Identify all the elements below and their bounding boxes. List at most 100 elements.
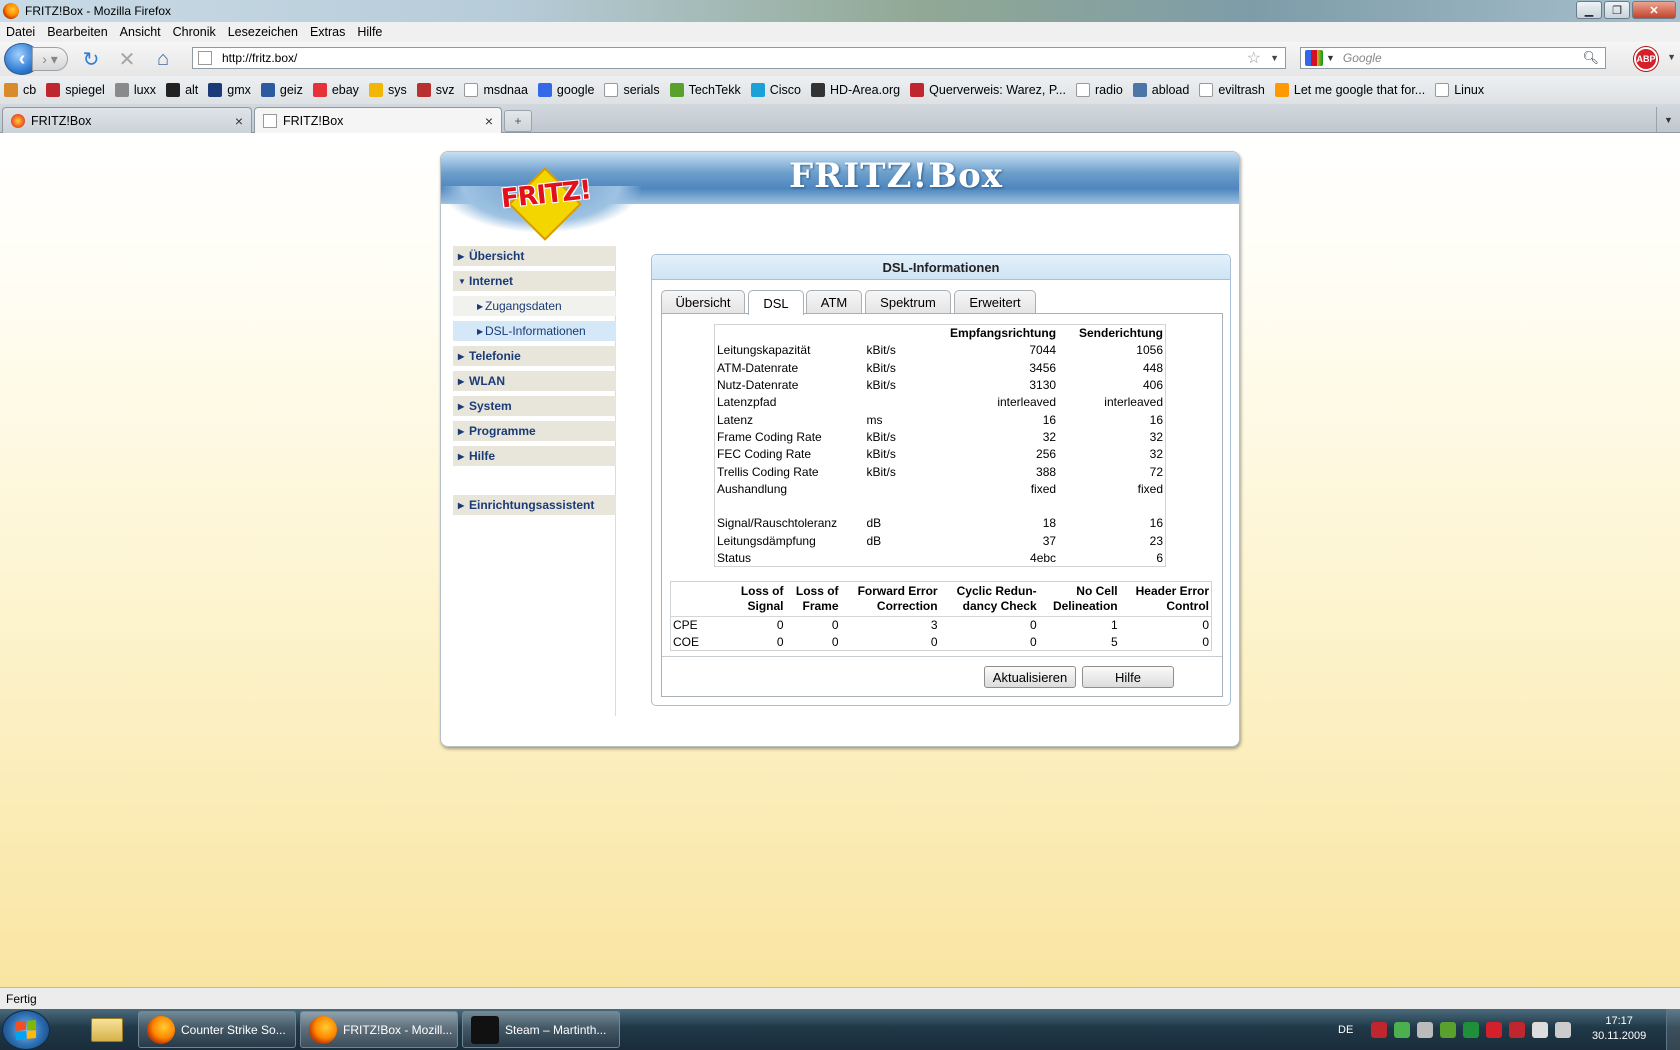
taskbar-item-label: Counter Strike So... (181, 1022, 286, 1037)
url-dropdown-icon[interactable]: ▼ (1270, 53, 1279, 63)
new-tab-button[interactable]: + (504, 110, 532, 132)
bookmark-item[interactable]: serials (604, 83, 660, 97)
navigation-toolbar: ‹ › ▾ ↻ ✕ ⌂ http://fritz.box/ ☆ ▼ ▼ Goog… (0, 42, 1680, 76)
tray-ati-icon[interactable] (1509, 1021, 1526, 1038)
google-icon[interactable] (1305, 50, 1323, 66)
search-placeholder[interactable]: Google (1343, 51, 1382, 65)
toolbar-overflow-icon[interactable]: ▼ (1667, 52, 1676, 62)
bookmark-item[interactable]: gmx (208, 83, 251, 97)
url-bar[interactable]: http://fritz.box/ ☆ ▼ (192, 47, 1286, 69)
arrow-right-icon: ▶ (458, 376, 465, 386)
forward-button[interactable]: › ▾ (32, 47, 68, 71)
menu-extras[interactable]: Extras (310, 25, 345, 39)
language-indicator[interactable]: DE (1338, 1024, 1353, 1036)
stop-icon[interactable]: ✕ (114, 46, 140, 72)
error-count-cell: 0 (1202, 634, 1209, 649)
bookmark-item[interactable]: Cisco (750, 83, 801, 97)
sidebar-item-hilfe[interactable]: ▶ Hilfe (453, 446, 616, 466)
bookmark-item[interactable]: eviltrash (1199, 83, 1265, 97)
tab-dsl[interactable]: DSL (748, 290, 804, 315)
clock[interactable]: 17:17 30.11.2009 (1592, 1014, 1646, 1044)
reload-icon[interactable]: ↻ (78, 46, 104, 72)
bookmark-item[interactable]: abload (1132, 83, 1189, 97)
bookmark-favicon-icon (368, 83, 383, 97)
tab-fritzbox-1[interactable]: FRITZ!Box × (2, 107, 252, 133)
row-label (715, 497, 865, 514)
sidebar-item-zugangsdaten[interactable]: ▶ Zugangsdaten (453, 296, 616, 316)
sidebar-item-system[interactable]: ▶ System (453, 396, 616, 416)
bookmark-item[interactable]: luxx (114, 83, 156, 97)
bookmark-item[interactable]: HD-Area.org (810, 83, 900, 97)
sidebar-item-internet[interactable]: ▼ Internet (453, 271, 616, 291)
close-tab-icon[interactable]: × (235, 113, 243, 129)
bookmark-item[interactable]: Querverweis: Warez, P... (910, 83, 1066, 97)
menu-lesezeichen[interactable]: Lesezeichen (228, 25, 298, 39)
taskbar-item-fritzbox[interactable]: FRITZ!Box - Mozill... (300, 1011, 458, 1048)
bookmark-favicon-icon (669, 83, 684, 97)
row-label: FEC Coding Rate (717, 447, 812, 462)
bookmark-item[interactable]: sys (368, 83, 407, 97)
search-bar[interactable]: ▼ Google 🔍︎ (1300, 47, 1606, 69)
menu-chronik[interactable]: Chronik (173, 25, 216, 39)
menu-bearbeiten[interactable]: Bearbeiten (47, 25, 107, 39)
tray-volume-icon[interactable] (1417, 1021, 1434, 1038)
tab-fritzbox-2[interactable]: FRITZ!Box × (254, 107, 502, 134)
show-desktop-button[interactable] (1666, 1009, 1680, 1050)
sidebar-item-wlan[interactable]: ▶ WLAN (453, 371, 616, 391)
tab-spektrum[interactable]: Spektrum (865, 290, 951, 314)
sidebar-item-dsl-informationen[interactable]: ▶ DSL-Informationen (453, 321, 616, 341)
maximize-button[interactable]: ❐ (1604, 1, 1630, 19)
bookmark-favicon-icon (1076, 83, 1090, 97)
tray-app-icon[interactable] (1371, 1021, 1388, 1038)
bookmark-item[interactable]: Let me google that for... (1274, 83, 1425, 97)
tab-erweitert[interactable]: Erweitert (954, 290, 1036, 314)
header-line: Header Error (1135, 584, 1209, 598)
sidebar-item-programme[interactable]: ▶ Programme (453, 421, 616, 441)
bookmark-item[interactable]: Linux (1435, 83, 1484, 97)
row-sende-value: 23 (1149, 533, 1163, 548)
bookmark-item[interactable]: radio (1076, 83, 1123, 97)
bookmark-item[interactable]: ebay (312, 83, 359, 97)
hilfe-button[interactable]: Hilfe (1082, 666, 1174, 688)
tray-app-icon[interactable] (1463, 1021, 1480, 1038)
bookmark-star-icon[interactable]: ☆ (1247, 48, 1261, 68)
close-tab-icon[interactable]: × (485, 113, 493, 129)
tab-atm[interactable]: ATM (806, 290, 862, 314)
menu-datei[interactable]: Datei (6, 25, 35, 39)
bookmark-item[interactable]: msdnaa (464, 83, 528, 97)
bookmark-item[interactable]: svz (416, 83, 454, 97)
search-icon[interactable]: 🔍︎ (1582, 50, 1599, 66)
url-text[interactable]: http://fritz.box/ (222, 51, 297, 65)
bookmark-item[interactable]: google (537, 83, 594, 97)
home-icon[interactable]: ⌂ (150, 46, 176, 72)
tab-ubersicht[interactable]: Übersicht (661, 290, 745, 314)
bookmark-item[interactable]: TechTekk (669, 83, 741, 97)
sidebar-item-telefonie[interactable]: ▶ Telefonie (453, 346, 616, 366)
taskbar-item-counter-strike[interactable]: Counter Strike So... (138, 1011, 296, 1048)
sidebar-item-einrichtungsassistent[interactable]: ▶ Einrichtungsassistent (453, 495, 616, 515)
menu-hilfe[interactable]: Hilfe (357, 25, 382, 39)
tray-app-icon[interactable] (1440, 1021, 1457, 1038)
bookmark-item[interactable]: alt (166, 83, 198, 97)
tray-flag-icon[interactable] (1532, 1021, 1549, 1038)
start-button[interactable] (2, 1010, 50, 1050)
row-empfang-value: 4ebc (1030, 550, 1057, 565)
windows-taskbar: Counter Strike So... FRITZ!Box - Mozill.… (0, 1009, 1680, 1050)
sidebar-item-ubersicht[interactable]: ▶ Übersicht (453, 246, 616, 266)
tray-network-icon[interactable] (1394, 1021, 1411, 1038)
aktualisieren-button[interactable]: Aktualisieren (984, 666, 1076, 688)
adblock-icon[interactable]: ABP (1634, 47, 1658, 71)
tray-power-icon[interactable] (1555, 1021, 1572, 1038)
close-window-button[interactable]: ✕ (1632, 1, 1676, 19)
minimize-button[interactable]: ▁ (1576, 1, 1602, 19)
tray-antivirus-icon[interactable] (1486, 1021, 1503, 1038)
search-engine-dropdown-icon[interactable]: ▼ (1326, 53, 1335, 63)
bookmark-item[interactable]: spiegel (46, 83, 105, 97)
explorer-taskbar-icon[interactable] (82, 1012, 132, 1048)
tab-list-dropdown-icon[interactable]: ▼ (1656, 107, 1680, 132)
bookmark-item[interactable]: geiz (260, 83, 303, 97)
menu-ansicht[interactable]: Ansicht (120, 25, 161, 39)
bookmark-item[interactable]: cb (4, 83, 36, 97)
error-column-header: No Cell Delineation (1038, 581, 1120, 617)
taskbar-item-steam[interactable]: Steam – Martinth... (462, 1011, 620, 1048)
